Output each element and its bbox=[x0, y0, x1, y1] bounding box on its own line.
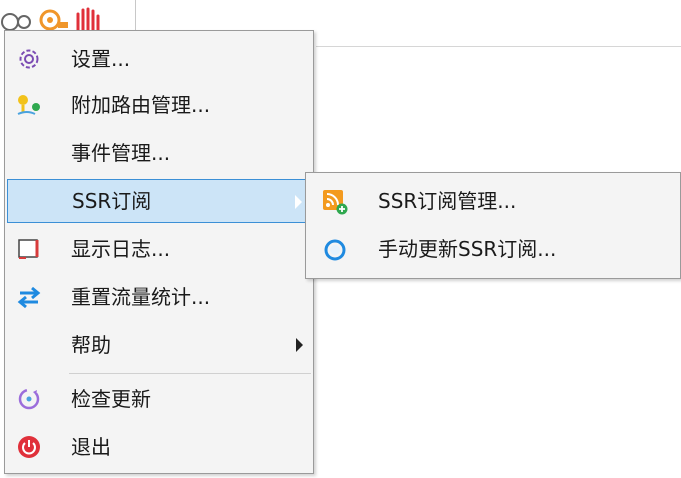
red-hand-icon[interactable] bbox=[72, 4, 106, 30]
menu-item-label: 退出 bbox=[71, 435, 111, 459]
route-pin-icon bbox=[15, 91, 43, 119]
rss-add-icon bbox=[322, 189, 348, 215]
menu-item-exit[interactable]: 退出 bbox=[7, 425, 311, 469]
menu-item-event-management[interactable]: 事件管理... bbox=[7, 131, 311, 175]
log-window-icon bbox=[15, 235, 43, 263]
refresh-circle-icon bbox=[322, 237, 348, 263]
submenu-item-label: SSR订阅管理... bbox=[378, 189, 517, 213]
menu-item-label: 检查更新 bbox=[71, 387, 151, 411]
power-icon bbox=[15, 433, 43, 461]
menu-item-label: 显示日志... bbox=[71, 237, 171, 261]
menu-item-help[interactable]: 帮助 bbox=[7, 323, 311, 367]
tray-icons bbox=[0, 4, 106, 30]
menu-item-reset-traffic[interactable]: 重置流量统计... bbox=[7, 275, 311, 319]
menu-item-settings[interactable]: 设置... bbox=[7, 37, 311, 81]
menu-item-show-log[interactable]: 显示日志... bbox=[7, 227, 311, 271]
menu-item-check-update[interactable]: 检查更新 bbox=[7, 377, 311, 421]
menu-item-label: 附加路由管理... bbox=[71, 93, 211, 117]
menu-item-ssr-subscription[interactable]: SSR订阅 bbox=[7, 179, 311, 223]
menu-item-label: SSR订阅 bbox=[72, 189, 152, 213]
gear-icon bbox=[15, 45, 43, 73]
reset-arrows-icon bbox=[15, 283, 43, 311]
orange-gear-icon[interactable] bbox=[36, 4, 70, 30]
menu-item-label: 事件管理... bbox=[71, 141, 171, 165]
submenu-arrow-icon bbox=[296, 338, 303, 352]
menu-item-label: 设置... bbox=[71, 47, 131, 71]
ssr-submenu: SSR订阅管理... 手动更新SSR订阅... bbox=[305, 172, 681, 279]
submenu-item-ssr-update[interactable]: 手动更新SSR订阅... bbox=[308, 227, 678, 271]
menu-item-route-management[interactable]: 附加路由管理... bbox=[7, 83, 311, 127]
menu-item-label: 帮助 bbox=[71, 333, 111, 357]
gear-outline-icon[interactable] bbox=[0, 4, 34, 30]
toolbar-divider bbox=[135, 0, 136, 30]
menu-separator bbox=[69, 373, 311, 374]
submenu-item-label: 手动更新SSR订阅... bbox=[378, 237, 557, 261]
window-divider bbox=[316, 46, 681, 47]
submenu-item-ssr-manage[interactable]: SSR订阅管理... bbox=[308, 179, 678, 223]
check-update-icon bbox=[15, 385, 43, 413]
menu-item-label: 重置流量统计... bbox=[71, 285, 211, 309]
submenu-arrow-icon bbox=[295, 195, 302, 209]
context-menu: 设置... 附加路由管理... 事件管理... SSR订阅 显示日志... 重置… bbox=[4, 30, 314, 474]
